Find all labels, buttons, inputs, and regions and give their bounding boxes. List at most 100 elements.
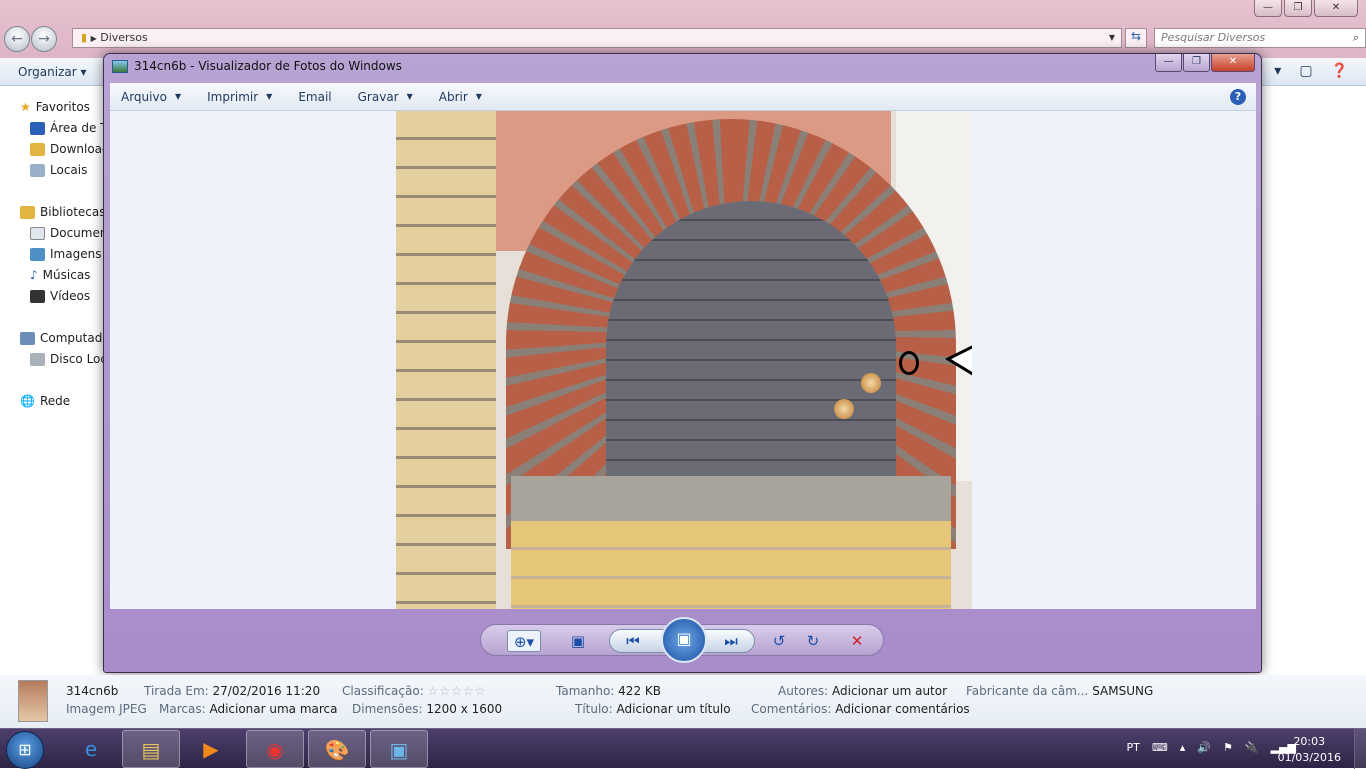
nav-local-disk[interactable]: Disco Loc [30,352,107,366]
nav-favoritos[interactable]: ★ Favoritos [20,100,90,114]
arrow-annotation [944,345,972,376]
help-icon[interactable]: ? [1230,89,1246,105]
action-center-flag-icon[interactable]: ⚑ [1223,741,1233,754]
address-bar[interactable]: ▮ ▶ Diversos ▼ [72,28,1122,48]
refresh-button[interactable]: ⇆ [1125,28,1147,48]
title-label: Título: [575,702,613,716]
clock[interactable]: 20:03 01/03/2016 [1278,734,1341,766]
media-player-icon[interactable]: ▶ [182,730,240,768]
pictures-icon [30,247,45,261]
nav-label: Rede [39,394,71,408]
nav-recent-places[interactable]: Locais [30,163,87,177]
menu-imprimir[interactable]: Imprimir ▼ [207,90,272,104]
circle-annotation [899,351,919,375]
nav-videos[interactable]: Vídeos [30,289,90,303]
zoom-icon[interactable]: ⊕▾ [507,630,541,652]
preview-pane-icon[interactable]: ▢ [1299,63,1312,79]
comments-value[interactable]: Adicionar comentários [835,702,969,716]
photo-viewer-taskbar-icon[interactable]: ▣ [370,730,428,768]
tags-value[interactable]: Adicionar uma marca [209,702,337,716]
recent-places-icon [30,163,45,177]
nav-desktop[interactable]: Área de T [30,121,108,135]
organize-label: Organizar [18,65,77,79]
minimize-button[interactable]: — [1155,54,1182,72]
menu-arquivo[interactable]: Arquivo ▼ [121,90,181,104]
start-button[interactable]: ⊞ [6,731,44,769]
nav-pictures[interactable]: Imagens [30,247,101,261]
rating-stars[interactable]: ☆☆☆☆☆ [428,684,487,698]
show-hidden-icons[interactable]: ▴ [1180,741,1186,754]
rotate-right-icon[interactable]: ↻ [803,630,823,652]
desktop-icon [30,121,45,135]
search-input[interactable]: Pesquisar Diversos ⌕ [1154,28,1366,48]
file-name: 314cn6b [66,684,119,698]
viewer-title-bar: 314cn6b - Visualizador de Fotos do Windo… [112,59,402,73]
rotate-left-icon[interactable]: ↺ [769,630,789,652]
nav-label: Disco Loc [50,352,107,366]
next-icon[interactable]: ⏭ [719,630,743,652]
nav-documents[interactable]: Documen [30,226,107,240]
details-pane: 314cn6b Imagem JPEG Tirada Em: 27/02/201… [0,675,1366,728]
breadcrumb[interactable]: Diversos [100,31,148,44]
maximize-button[interactable]: ❐ [1284,0,1312,17]
nav-label: Computado [40,331,110,345]
nav-label: Imagens [50,247,102,261]
previous-icon[interactable]: ⏮ [621,630,645,652]
menu-label: Email [298,89,332,104]
nav-computer[interactable]: Computado [20,331,110,345]
close-button[interactable]: ✕ [1211,54,1255,72]
menu-abrir[interactable]: Abrir ▼ [439,90,482,104]
nav-libraries[interactable]: Bibliotecas [20,205,105,219]
delete-icon[interactable]: ✕ [847,630,867,652]
volume-icon[interactable]: 🔊 [1197,741,1211,754]
close-button[interactable]: ✕ [1314,0,1358,17]
date: 01/03/2016 [1277,751,1341,764]
menu-label: Gravar [357,89,399,104]
back-button[interactable]: ← [4,26,30,52]
nav-network[interactable]: 🌐 Rede [20,394,70,408]
minimize-button[interactable]: — [1254,0,1282,17]
chevron-down-icon: ▼ [266,91,273,101]
videos-icon [30,289,45,303]
search-placeholder: Pesquisar Diversos [1161,31,1266,44]
language-indicator[interactable]: PT [1127,741,1140,754]
file-thumbnail [18,680,48,722]
nav-label: Vídeos [50,289,91,303]
playback-controls: ⊕▾ ▣ ⏮ ▣ ⏭ ↺ ↻ ✕ [480,617,884,663]
view-options-icon[interactable]: ▾ [1274,63,1281,79]
keyboard-icon[interactable]: ⌨ [1152,741,1168,754]
title-value[interactable]: Adicionar um título [617,702,731,716]
documents-icon [30,226,45,240]
windows-explorer-icon[interactable]: ▤ [122,730,180,768]
paint-icon[interactable]: 🎨 [308,730,366,768]
organize-button[interactable]: Organizar ▾ [18,65,87,79]
internet-explorer-icon[interactable]: e [62,730,120,768]
nav-label: Área de T [50,121,108,135]
chrome-icon[interactable]: ◉ [246,730,304,768]
maximize-button[interactable]: ❐ [1183,54,1210,72]
help-icon[interactable]: ❓ [1331,63,1348,79]
navigation-pane: ★ Favoritos Área de T Download Locais Bib… [0,87,110,675]
network-icon: 🌐 [20,394,35,408]
actual-size-icon[interactable]: ▣ [565,630,591,652]
forward-button[interactable]: → [31,26,57,52]
image-stage [110,111,1256,609]
computer-icon [20,331,35,345]
comments-label: Comentários: [751,702,832,716]
nav-downloads[interactable]: Download [30,142,110,156]
time: 20:03 [1293,735,1326,748]
show-desktop-button[interactable] [1354,729,1366,769]
search-icon: ⌕ [1352,31,1359,44]
menu-email[interactable]: Email [298,90,331,104]
slideshow-button[interactable]: ▣ [661,617,707,663]
chevron-down-icon[interactable]: ▼ [1109,29,1115,47]
size-label: Tamanho: [556,684,615,698]
authors-value[interactable]: Adicionar um autor [832,684,947,698]
nav-music[interactable]: ♪ Músicas [30,268,90,282]
nav-label: Músicas [42,268,91,282]
power-icon[interactable]: 🔌 [1245,741,1259,754]
chevron-down-icon: ▼ [475,91,482,101]
menu-gravar[interactable]: Gravar ▼ [358,90,413,104]
downloads-folder-icon [30,142,45,156]
camera-maker-label: Fabricante da câm... [966,684,1089,698]
